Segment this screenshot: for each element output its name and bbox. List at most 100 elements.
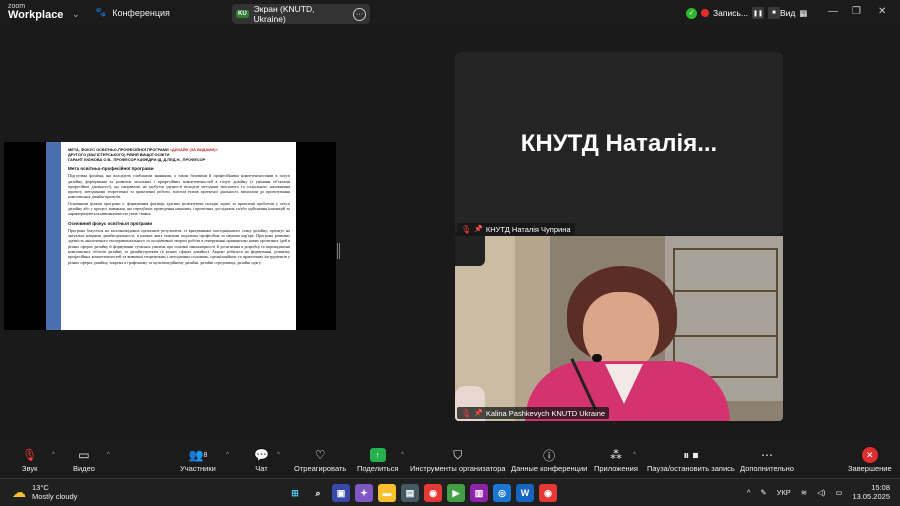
apps-button[interactable]: ⁂ Приложения: [594, 446, 638, 473]
chevron-up-icon[interactable]: ^: [52, 452, 55, 458]
more-options-icon[interactable]: ···: [353, 7, 366, 21]
slide-section1-text2: Основними цілями програми є: формування …: [68, 200, 290, 217]
splitter-handle[interactable]: [337, 243, 340, 259]
end-call-icon: ✕: [861, 447, 878, 463]
clock[interactable]: 15:08 13.05.2025: [852, 483, 890, 502]
video-camera-icon: ▭: [78, 448, 90, 462]
title-bar: zoom Workplace ⌄ 🐾 Конференция KU Экран …: [0, 0, 900, 28]
pen-icon[interactable]: ✎: [760, 488, 766, 497]
chrome-profile-icon[interactable]: ◉: [539, 484, 557, 502]
participants-label: Участники: [180, 464, 216, 473]
share-screen-icon: ↑: [369, 448, 386, 462]
search-icon[interactable]: ⌕: [309, 484, 327, 502]
record-label: Запись...: [713, 8, 748, 18]
pin-icon: 📌: [474, 226, 483, 233]
share-button[interactable]: ↑ Поделиться: [357, 446, 398, 473]
mute-button[interactable]: 🎙 Звук: [22, 446, 37, 473]
chevron-up-icon[interactable]: ^: [747, 488, 751, 497]
weather-widget[interactable]: ☁ 13°C Mostly cloudy: [12, 483, 77, 501]
pin-icon: 📌: [474, 410, 483, 417]
heart-icon: ♡: [314, 448, 326, 462]
screen-share-indicator[interactable]: KU Экран (KNUTD, Ukraine) ···: [232, 4, 370, 24]
store-icon[interactable]: ▤: [401, 484, 419, 502]
view-menu[interactable]: Вид ▦: [780, 8, 807, 19]
pause-recording-button[interactable]: ❚❚: [751, 7, 764, 19]
chevron-up-icon[interactable]: ^: [107, 452, 110, 458]
chrome-icon[interactable]: ◉: [424, 484, 442, 502]
battery-icon[interactable]: ▭: [835, 488, 842, 497]
wifi-icon[interactable]: ≋: [801, 488, 807, 497]
participant-tile-2[interactable]: 🎙 📌 Kalina Pashkevych KNUTD Ukraine: [455, 236, 783, 421]
pause-stop-icon: ⏸ ⏹: [683, 447, 699, 462]
participants-icon: 👥 8: [188, 448, 208, 462]
chevron-up-icon[interactable]: ^: [226, 452, 229, 458]
video-label: Видео: [73, 464, 95, 473]
react-label: Отреагировать: [294, 464, 347, 473]
view-label: Вид: [780, 8, 796, 18]
cloudy-weather-icon: ☁: [12, 483, 26, 500]
file-explorer-icon[interactable]: ▬: [378, 484, 396, 502]
video-button[interactable]: ▭ Видео: [73, 446, 95, 473]
language-indicator[interactable]: УКР: [777, 488, 791, 497]
react-button[interactable]: ♡ Отреагировать: [294, 446, 346, 473]
video-tv: [455, 236, 485, 266]
end-meeting-button[interactable]: ✕ Завершение: [848, 446, 892, 473]
winrar-icon[interactable]: ▥: [470, 484, 488, 502]
date: 13.05.2025: [852, 492, 890, 502]
shield-icon: ⛉: [453, 447, 463, 462]
mic-muted-icon: 🎙: [461, 408, 472, 418]
temperature: 13°C: [32, 483, 49, 492]
participant-name-1: КНУТД Наталія Чуприна: [485, 224, 571, 234]
close-icon[interactable]: ✕: [878, 6, 886, 17]
system-tray: ^ ✎ УКР ≋ ◁) ▭ 15:08 13.05.2025: [747, 483, 890, 502]
recording-dot-icon: [701, 9, 709, 17]
mic-muted-icon: 🎙: [461, 224, 472, 234]
chat-button[interactable]: 💬 Чат: [254, 446, 269, 473]
zoom-logo: zoom Workplace: [8, 3, 63, 21]
video-microphone: [592, 354, 602, 362]
chevron-up-icon[interactable]: ^: [277, 452, 280, 458]
participant-nameplate-1: 🎙 📌 КНУТД Наталія Чуприна: [457, 223, 575, 235]
host-tools-button[interactable]: ⛉ Инструменты организатора: [410, 446, 506, 474]
zoom-icon[interactable]: ▶: [447, 484, 465, 502]
view-grid-icon: ▦: [799, 8, 808, 18]
participant-tile-1[interactable]: КНУТД Наталія... 🎙 📌 КНУТД Наталія Чупри…: [455, 52, 783, 235]
pause-record-button[interactable]: ⏸ ⏹ Пауза/остановить запись: [647, 446, 735, 474]
more-label: Дополнительно: [740, 464, 794, 473]
volume-icon[interactable]: ◁): [817, 488, 825, 497]
chat-label: Чат: [255, 464, 268, 473]
meeting-info-button[interactable]: ⓘ Данные конференции: [511, 446, 587, 474]
stop-recording-button[interactable]: ■: [767, 7, 780, 19]
chevron-down-icon[interactable]: ⌄: [72, 9, 80, 20]
participant-name-2: Kalina Pashkevych KNUTD Ukraine: [485, 408, 606, 418]
mic-muted-icon: 🎙: [22, 448, 38, 462]
presentation-slide: МЕТА, ФОКУС ОСВІТНЬО-ПРОФЕСІЙНОЇ ПРОГРАМ…: [46, 142, 296, 330]
chat-icon: 💬: [254, 448, 269, 462]
slide-side-band: [46, 142, 61, 330]
more-button[interactable]: ⋯ Дополнительно: [740, 446, 794, 473]
windows-start-icon[interactable]: ⊞: [286, 484, 304, 502]
browser-icon[interactable]: ◎: [493, 484, 511, 502]
chevron-up-icon[interactable]: ^: [401, 452, 404, 458]
weather-text: Mostly cloudy: [32, 492, 78, 501]
end-label: Завершение: [848, 464, 892, 473]
taskbar-apps: ⊞ ⌕ ▣ ✦ ▬ ▤ ◉ ▶ ▥ ◎ W ◉: [286, 484, 557, 502]
copilot-icon[interactable]: ✦: [355, 484, 373, 502]
chevron-up-icon[interactable]: ^: [633, 452, 636, 458]
word-icon[interactable]: W: [516, 484, 534, 502]
slide-section2-title: Основний фокус освітньої програми: [68, 220, 153, 226]
minimize-icon[interactable]: —: [828, 6, 838, 17]
slide-section1-title: Мета освітньо-професійної програми: [68, 166, 154, 172]
widgets-icon[interactable]: ▣: [332, 484, 350, 502]
shield-icon[interactable]: ✓: [686, 7, 697, 19]
participants-button[interactable]: 👥 8 Участники: [180, 446, 216, 473]
conference-menu[interactable]: 🐾 Конференция: [95, 7, 170, 18]
slide-section1-text: Підготовка фахівця, які володіють глибок…: [68, 173, 290, 200]
meeting-toolbar: 🎙 Звук ^ ▭ Видео ^ 👥 8 Участники ^ 💬 Чат …: [0, 442, 900, 478]
slide-section2-text: Програма базується на загальновідомих пр…: [68, 227, 290, 265]
restore-icon[interactable]: ❐: [852, 6, 861, 17]
slide-heading-highlight: «ДИЗАЙН (ЗА ВИДАМИ)»: [169, 147, 218, 152]
share-title: Экран (KNUTD, Ukraine): [253, 4, 315, 24]
paw-icon: 🐾: [95, 7, 107, 17]
windows-taskbar: ☁ 13°C Mostly cloudy ⊞ ⌕ ▣ ✦ ▬ ▤ ◉ ▶ ▥ ◎…: [0, 478, 900, 506]
